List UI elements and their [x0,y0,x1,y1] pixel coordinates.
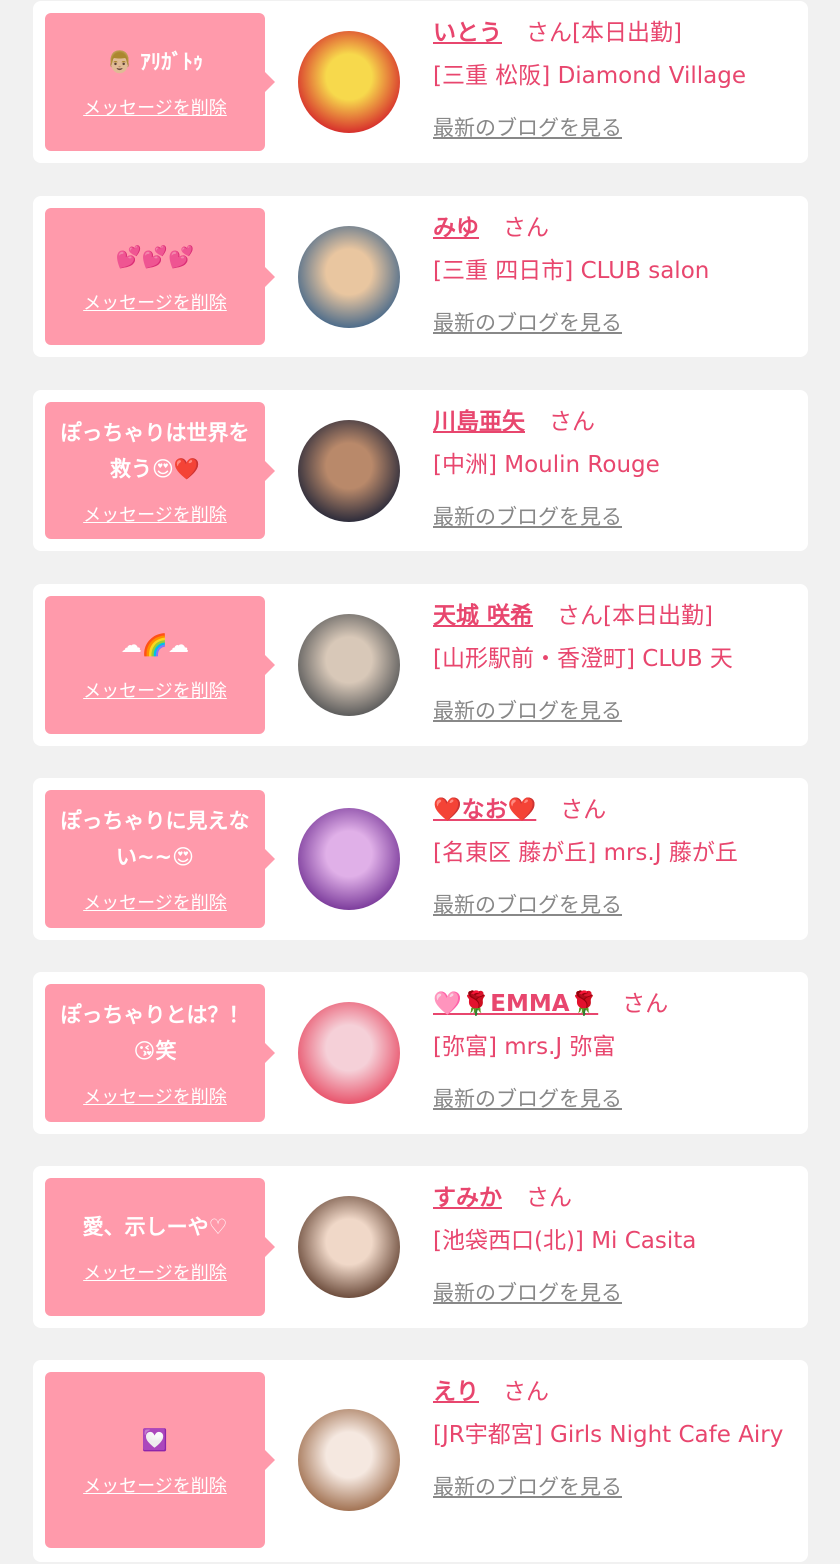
cast-info: 天城 咲希 さん[本日出勤] [山形駅前・香澄町] CLUB 天最新のブログを見る [433,601,793,725]
message-bubble: ぽっちゃりに見えない~~😍 メッセージを削除 [45,790,275,928]
avatar-photo [298,420,400,522]
delete-message-link[interactable]: メッセージを削除 [83,1472,227,1498]
cast-name-link[interactable]: 川島亜矢 [433,409,525,435]
avatar-photo [298,808,400,910]
cast-info: 川島亜矢 さん [中洲] Moulin Rouge 最新のブログを見る [433,407,793,531]
cast-name-link[interactable]: いとう [433,20,502,46]
delete-message-link[interactable]: メッセージを削除 [83,889,227,915]
avatar[interactable] [298,1196,400,1298]
message-text: ぽっちゃりは世界を救う😍❤️ [60,420,250,481]
latest-blog-link[interactable]: 最新のブログを見る [433,1083,622,1113]
message-text: 👨🏼 ｱﾘｶﾞﾄｩ [106,50,204,74]
cast-info: ❤️なお❤️ さん [名東区 藤が丘] mrs.J 藤が丘最新のブログを見る [433,795,793,919]
message-card: 💟 メッセージを削除 えり さん [JR宇都宮] Girls Night Cafe Ai… [33,1360,808,1562]
message-bubble: 💟 メッセージを削除 [45,1372,275,1548]
delete-message-link[interactable]: メッセージを削除 [83,94,227,120]
name-suffix: さん[本日出勤] [526,20,682,46]
latest-blog-link[interactable]: 最新のブログを見る [433,307,622,337]
message-text: ぽっちゃりとは？！😘笑 [60,1003,250,1063]
store-label: [三重 四日市] CLUB salon [433,258,710,284]
avatar-photo [298,1409,400,1511]
name-line: ❤️なお❤️ さん [433,795,793,825]
message-bubble: ぽっちゃりは世界を救う😍❤️ メッセージを削除 [45,402,275,539]
avatar-photo [298,1196,400,1298]
message-card: ぽっちゃりは世界を救う😍❤️ メッセージを削除 川島亜矢 さん [中洲] Moulin … [33,390,808,551]
cast-info: みゆ さん [三重 四日市] CLUB salon 最新のブログを見る [433,213,793,337]
cast-info: 🩷🌹EMMA🌹 さん [弥富] mrs.J 弥富 最新のブログを見る [433,989,793,1113]
message-bubble: 👨🏼 ｱﾘｶﾞﾄｩ メッセージを削除 [45,13,275,151]
name-line: 🩷🌹EMMA🌹 さん [433,989,793,1019]
delete-message-link[interactable]: メッセージを削除 [83,1259,227,1285]
cast-name-link[interactable]: 🩷🌹EMMA🌹 [433,991,598,1017]
message-text: 💕💕💕 [115,244,195,269]
name-line: 天城 咲希 さん[本日出勤] [433,601,793,631]
message-card: 👨🏼 ｱﾘｶﾞﾄｩ メッセージを削除 いとう さん[本日出勤] [三重 松阪] Diam… [33,1,808,163]
store-label: [池袋西口(北)] Mi Casita [433,1228,697,1254]
name-line: えり さん [433,1377,793,1407]
name-suffix: さん [549,409,595,435]
name-line: 川島亜矢 さん [433,407,793,437]
cast-info: いとう さん[本日出勤] [三重 松阪] Diamond Village 最新のブログ… [433,18,793,142]
cast-name-link[interactable]: 天城 咲希 [433,603,533,629]
message-card: ぽっちゃりとは？！😘笑 メッセージを削除 🩷🌹EMMA🌹 さん [弥富] mrs.J 弥… [33,972,808,1134]
cast-name-link[interactable]: みゆ [433,215,479,241]
store-label: [名東区 藤が丘] mrs.J 藤が丘 [433,840,738,866]
delete-message-link[interactable]: メッセージを削除 [83,677,227,703]
message-bubble: 💕💕💕 メッセージを削除 [45,208,275,345]
avatar[interactable] [298,614,400,716]
store-label: [山形駅前・香澄町] CLUB 天 [433,646,733,672]
latest-blog-link[interactable]: 最新のブログを見る [433,1471,622,1501]
message-text: ☁🌈☁ [120,633,190,657]
cast-name-link[interactable]: えり [433,1379,479,1405]
latest-blog-link[interactable]: 最新のブログを見る [433,1277,622,1307]
name-suffix: さん[本日出勤] [557,603,713,629]
avatar[interactable] [298,808,400,910]
delete-message-link[interactable]: メッセージを削除 [83,1083,227,1109]
avatar[interactable] [298,31,400,133]
avatar[interactable] [298,226,400,328]
name-suffix: さん [503,215,549,241]
delete-message-link[interactable]: メッセージを削除 [83,501,227,527]
message-card: ☁🌈☁ メッセージを削除 天城 咲希 さん[本日出勤] [山形駅前・香澄町] CLUB … [33,584,808,746]
message-text: ぽっちゃりに見えない~~😍 [60,809,250,869]
delete-message-link[interactable]: メッセージを削除 [83,289,227,315]
name-suffix: さん [560,797,607,823]
avatar[interactable] [298,1002,400,1104]
latest-blog-link[interactable]: 最新のブログを見る [433,501,622,531]
avatar[interactable] [298,420,400,522]
message-text: 愛、示しーや♡ [82,1215,228,1239]
name-line: みゆ さん [433,213,793,243]
cast-name-link[interactable]: すみか [433,1185,502,1211]
message-card: 愛、示しーや♡ メッセージを削除 すみか さん [池袋西口(北)] Mi Casita 最… [33,1166,808,1328]
message-card: 💕💕💕 メッセージを削除 みゆ さん [三重 四日市] CLUB salon 最新のブログ… [33,196,808,357]
store-label: [JR宇都宮] Girls Night Cafe Airy [433,1422,784,1448]
message-bubble: 愛、示しーや♡ メッセージを削除 [45,1178,275,1316]
latest-blog-link[interactable]: 最新のブログを見る [433,112,622,142]
avatar-photo [298,1002,400,1104]
name-suffix: さん [503,1379,549,1405]
latest-blog-link[interactable]: 最新のブログを見る [433,695,622,725]
name-line: すみか さん [433,1183,793,1213]
message-bubble: ぽっちゃりとは？！😘笑メッセージを削除 [45,984,275,1122]
message-text: 💟 [141,1428,169,1452]
store-label: [中洲] Moulin Rouge [433,452,660,478]
message-bubble: ☁🌈☁ メッセージを削除 [45,596,275,734]
avatar-photo [298,31,400,133]
store-label: [三重 松阪] Diamond Village [433,63,746,89]
latest-blog-link[interactable]: 最新のブログを見る [433,889,622,919]
cast-info: えり さん [JR宇都宮] Girls Night Cafe Airy 最新のブログを… [433,1377,793,1501]
avatar[interactable] [298,1409,400,1511]
avatar-photo [298,226,400,328]
name-suffix: さん [526,1185,572,1211]
name-line: いとう さん[本日出勤] [433,18,793,48]
name-suffix: さん [622,991,669,1017]
cast-info: すみか さん [池袋西口(北)] Mi Casita 最新のブログを見る [433,1183,793,1307]
avatar-photo [298,614,400,716]
store-label: [弥富] mrs.J 弥富 [433,1034,616,1060]
message-card: ぽっちゃりに見えない~~😍 メッセージを削除 ❤️なお❤️ さん [名東区 藤が丘] m… [33,778,808,940]
cast-name-link[interactable]: ❤️なお❤️ [433,797,536,823]
